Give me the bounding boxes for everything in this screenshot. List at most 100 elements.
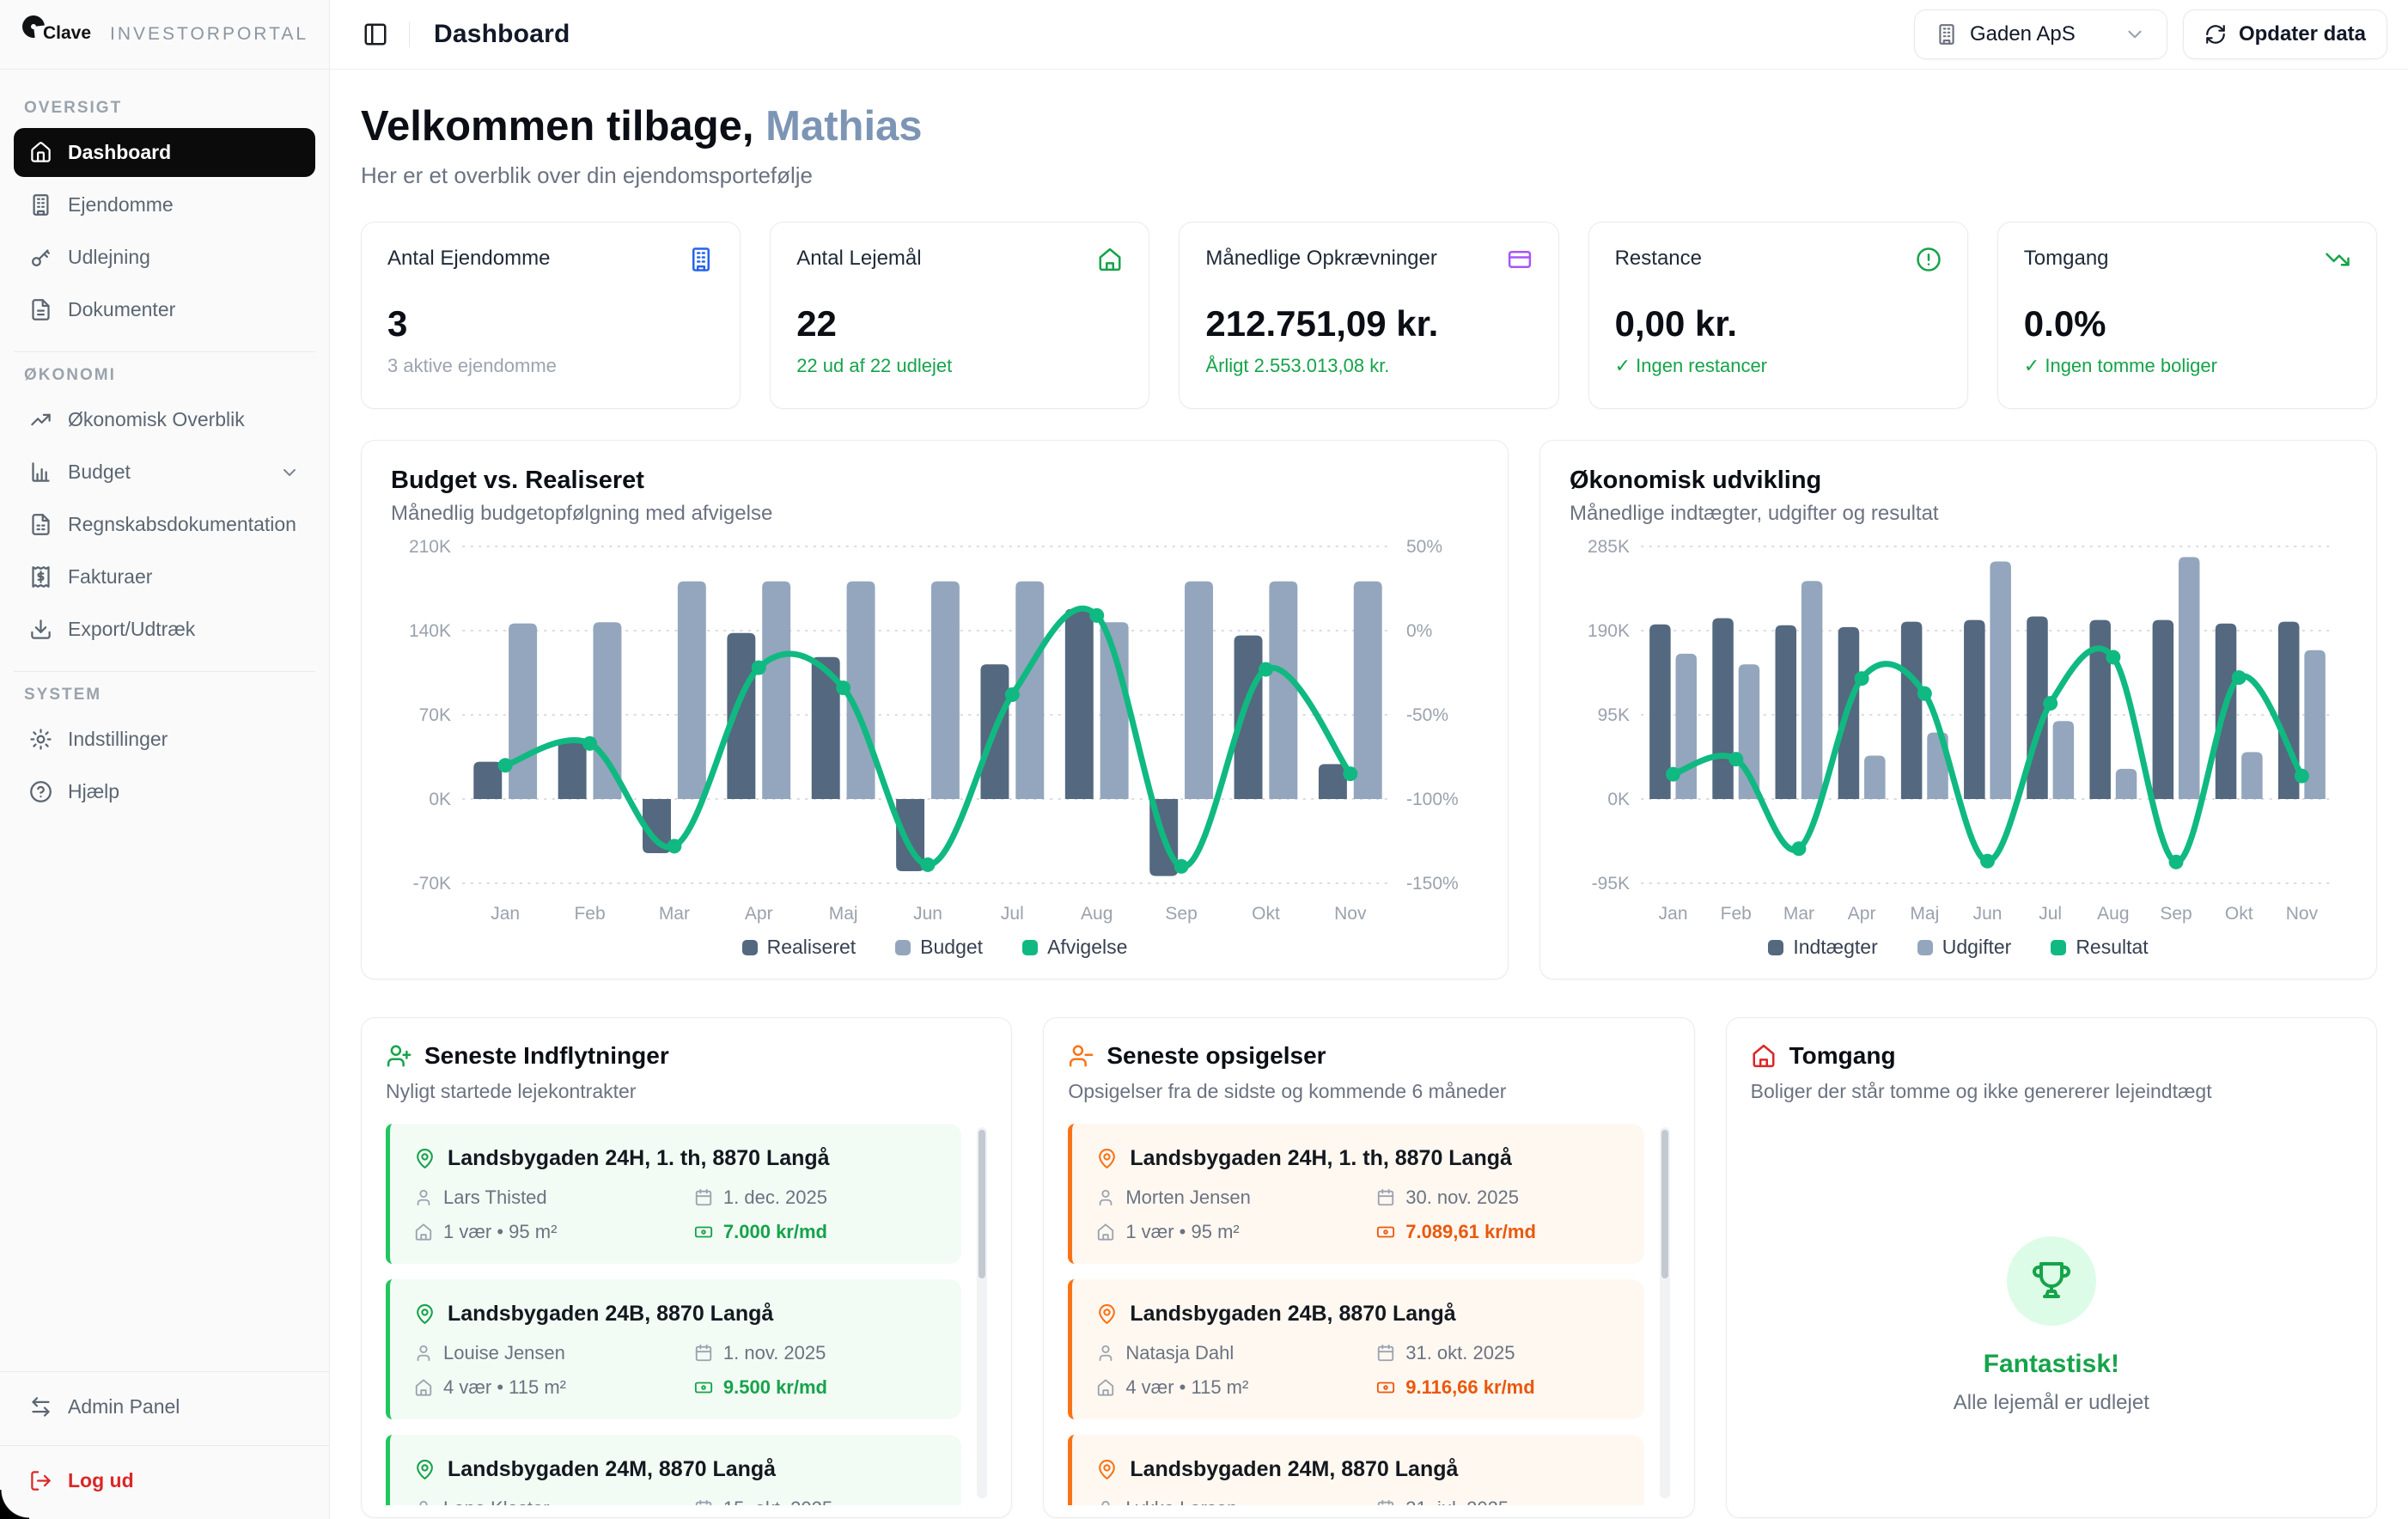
- svg-text:50%: 50%: [1406, 537, 1442, 557]
- stat-value: 212.751,09 kr.: [1205, 303, 1532, 345]
- building-icon: [688, 247, 714, 272]
- user-icon: [1096, 1344, 1115, 1363]
- chart-column-icon: [29, 461, 52, 484]
- logo-text: Clave: [43, 23, 91, 44]
- map-pin-icon: [414, 1303, 436, 1325]
- chart-subtitle: Månedlig budgetopfølgning med afvigelse: [391, 502, 1478, 526]
- welcome-title: Velkommen tilbage, Mathias: [361, 102, 2377, 150]
- list-item[interactable]: Landsbygaden 24M, 8870 Langå Lene Kloste…: [386, 1435, 961, 1505]
- sidebar-item-dashboard[interactable]: Dashboard: [14, 128, 315, 177]
- stat-value: 0,00 kr.: [1615, 303, 1942, 345]
- refresh-data-button[interactable]: Opdater data: [2183, 9, 2387, 59]
- svg-text:-95K: -95K: [1592, 874, 1630, 894]
- logout-button[interactable]: Log ud: [14, 1456, 315, 1505]
- clave-logo-icon: Clave: [22, 12, 72, 57]
- list-item[interactable]: Landsbygaden 24B, 8870 Langå Louise Jens…: [386, 1279, 961, 1419]
- item-tenant: Louise Jensen: [443, 1342, 565, 1364]
- item-date: 1. nov. 2025: [723, 1342, 826, 1364]
- sidebar-toggle-icon[interactable]: [363, 21, 388, 47]
- sidebar-item-hjaelp[interactable]: Hjælp: [14, 767, 315, 816]
- topbar-divider: [409, 21, 410, 47]
- stat-subtext: 22 ud af 22 udlejet: [796, 355, 1123, 377]
- chart-title: Budget vs. Realiseret: [391, 467, 1478, 495]
- chart-title: Økonomisk udvikling: [1570, 467, 2347, 495]
- page-title: Dashboard: [434, 20, 570, 49]
- svg-text:Okt: Okt: [2225, 904, 2253, 924]
- stat-label: Månedlige Opkrævninger: [1205, 247, 1436, 271]
- main-area: Dashboard Gaden ApS Opdater data Velkomm…: [330, 0, 2408, 1519]
- alert-circle-icon: [1916, 247, 1942, 272]
- item-address: Landsbygaden 24B, 8870 Langå: [1130, 1302, 1455, 1327]
- sidebar-item-label: Indstillinger: [68, 728, 168, 751]
- moveout-list[interactable]: Landsbygaden 24H, 1. th, 8870 Langå Mort…: [1068, 1124, 1669, 1505]
- sidebar-item-budget[interactable]: Budget: [14, 448, 315, 497]
- sidebar-item-label: Export/Udtræk: [68, 618, 195, 641]
- item-date: 30. nov. 2025: [1405, 1187, 1519, 1209]
- item-rent: 9.116,66 kr/md: [1405, 1376, 1534, 1399]
- user-name: Mathias: [765, 103, 922, 149]
- stat-subtext: ✓ Ingen tomme boliger: [2024, 355, 2350, 377]
- list-item[interactable]: Landsbygaden 24H, 1. th, 8870 Langå Lars…: [386, 1124, 961, 1264]
- sidebar-item-indstillinger[interactable]: Indstillinger: [14, 715, 315, 764]
- movein-list[interactable]: Landsbygaden 24H, 1. th, 8870 Langå Lars…: [386, 1124, 987, 1505]
- list-item[interactable]: Landsbygaden 24M, 8870 Langå Lykke Larse…: [1068, 1435, 1643, 1505]
- user-icon: [414, 1499, 433, 1505]
- svg-text:190K: 190K: [1588, 621, 1630, 641]
- svg-text:-100%: -100%: [1406, 790, 1459, 809]
- window-corner: [0, 1490, 29, 1519]
- stat-value: 22: [796, 303, 1123, 345]
- scrollbar-thumb[interactable]: [1661, 1130, 1668, 1278]
- moveout-card: Seneste opsigelser Opsigelser fra de sid…: [1043, 1017, 1694, 1518]
- scrollbar: [977, 1127, 987, 1498]
- legend-item: Resultat: [2051, 936, 2148, 959]
- admin-panel-button[interactable]: Admin Panel: [14, 1382, 315, 1431]
- card-title: Seneste opsigelser: [1106, 1042, 1326, 1070]
- item-date: 31. jul. 2025: [1405, 1498, 1509, 1505]
- banknote-icon: [694, 1223, 713, 1241]
- company-selector[interactable]: Gaden ApS: [1914, 9, 2167, 59]
- stat-label: Tomgang: [2024, 247, 2109, 271]
- sidebar-item-regnskabsdokumentation[interactable]: Regnskabsdokumentation: [14, 500, 315, 549]
- sidebar-footer: Admin Panel Log ud: [0, 1371, 329, 1519]
- svg-text:Maj: Maj: [1910, 904, 1939, 924]
- scrollbar: [1660, 1127, 1670, 1498]
- sidebar-item-label: Regnskabsdokumentation: [68, 513, 296, 536]
- sidebar-item-ejendomme[interactable]: Ejendomme: [14, 180, 315, 229]
- chart-subtitle: Månedlige indtægter, udgifter og resulta…: [1570, 502, 2347, 526]
- list-item[interactable]: Landsbygaden 24B, 8870 Langå Natasja Dah…: [1068, 1279, 1643, 1419]
- item-tenant: Lars Thisted: [443, 1187, 547, 1209]
- calendar-icon: [1376, 1344, 1395, 1363]
- svg-text:Apr: Apr: [745, 904, 773, 924]
- sidebar-item-label: Dokumenter: [68, 298, 175, 321]
- sidebar-item-label: Økonomisk Overblik: [68, 408, 245, 431]
- gear-icon: [29, 728, 52, 751]
- svg-text:210K: 210K: [409, 537, 451, 557]
- home-icon: [414, 1223, 433, 1241]
- stat-value: 0.0%: [2024, 303, 2350, 345]
- nav-section-oversigt: OVERSIGT: [24, 99, 305, 118]
- scrollbar-thumb[interactable]: [978, 1130, 985, 1278]
- help-circle-icon: [29, 780, 52, 803]
- sidebar-item-okonomisk-overblik[interactable]: Økonomisk Overblik: [14, 395, 315, 444]
- stat-subtext: 3 aktive ejendomme: [387, 355, 714, 377]
- list-item[interactable]: Landsbygaden 24H, 1. th, 8870 Langå Mort…: [1068, 1124, 1643, 1264]
- portal-title: INVESTORPORTAL: [110, 24, 308, 45]
- svg-text:70K: 70K: [419, 705, 451, 725]
- file-spreadsheet-icon: [29, 513, 52, 536]
- company-selector-value: Gaden ApS: [1970, 22, 2076, 46]
- item-address: Landsbygaden 24H, 1. th, 8870 Langå: [448, 1146, 830, 1171]
- stat-label: Restance: [1615, 247, 1702, 271]
- sidebar-item-label: Ejendomme: [68, 193, 174, 217]
- stat-card-tomgang: Tomgang 0.0% ✓ Ingen tomme boliger: [1997, 222, 2377, 409]
- brand: Clave INVESTORPORTAL: [0, 0, 329, 70]
- svg-text:140K: 140K: [409, 621, 451, 641]
- item-size: 1 vær • 95 m²: [443, 1221, 557, 1243]
- sidebar-item-export-udtraek[interactable]: Export/Udtræk: [14, 605, 315, 654]
- sidebar-item-fakturaer[interactable]: Fakturaer: [14, 552, 315, 601]
- svg-text:-150%: -150%: [1406, 874, 1459, 894]
- stat-subtext: Årligt 2.553.013,08 kr.: [1205, 355, 1532, 377]
- item-tenant: Lene Kloster: [443, 1498, 550, 1505]
- bottom-cards-row: Seneste Indflytninger Nyligt startede le…: [361, 1017, 2377, 1518]
- sidebar-item-udlejning[interactable]: Udlejning: [14, 233, 315, 282]
- sidebar-item-dokumenter[interactable]: Dokumenter: [14, 285, 315, 334]
